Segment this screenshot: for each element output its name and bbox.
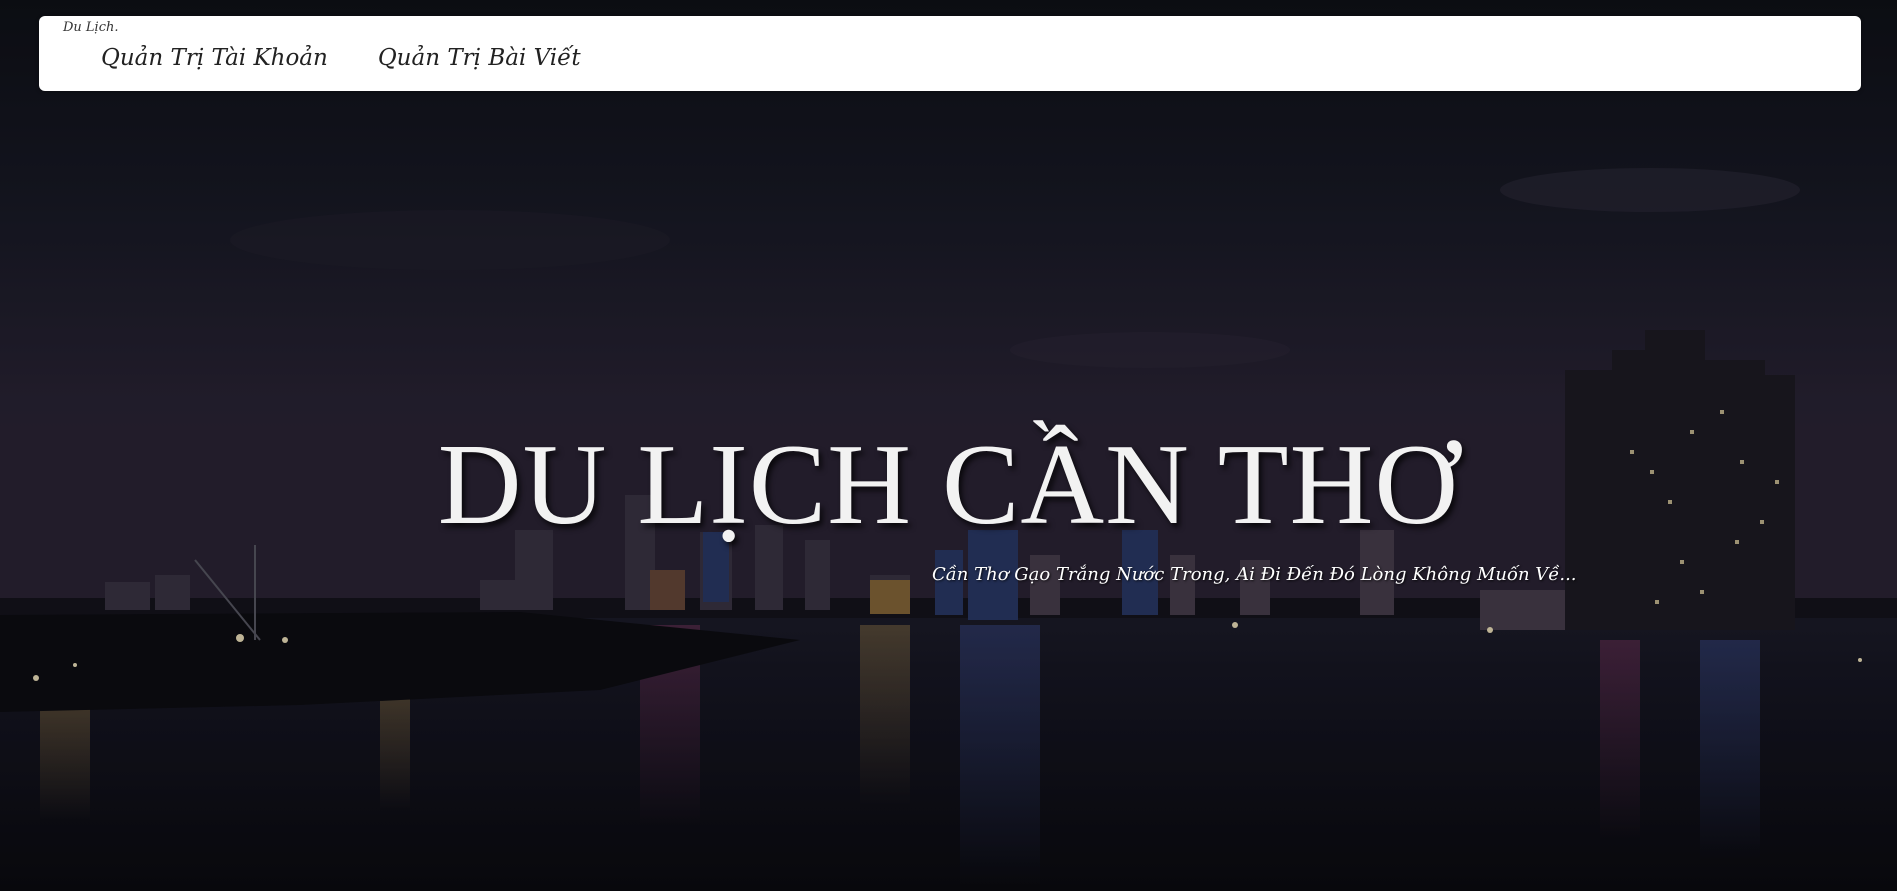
nav-link-account-admin[interactable]: Quản Trị Tài Khoản	[101, 42, 328, 74]
hero-title: DU LỊCH CẦN THƠ	[437, 421, 1460, 549]
hero-subtitle: Cần Thơ Gạo Trắng Nước Trong, Ai Đi Đến …	[932, 564, 1577, 585]
nav-menu: Quản Trị Tài Khoản Quản Trị Bài Viết	[101, 42, 581, 74]
brand-logo-link[interactable]: Du Lịch.	[63, 19, 119, 37]
page: Du Lịch. Quản Trị Tài Khoản Quản Trị Bài…	[0, 0, 1897, 891]
top-navbar: Du Lịch. Quản Trị Tài Khoản Quản Trị Bài…	[39, 16, 1861, 91]
nav-link-post-admin[interactable]: Quản Trị Bài Viết	[378, 42, 581, 74]
